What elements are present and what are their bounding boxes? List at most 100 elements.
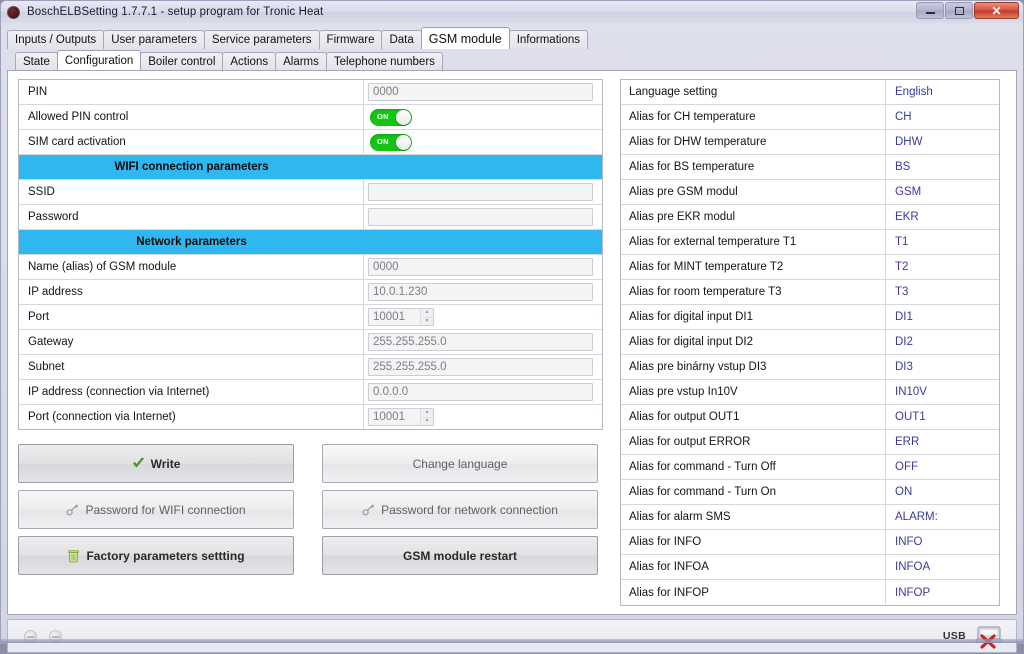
- alias-row-alias-for-info: Alias for INFO INFO: [621, 530, 999, 555]
- toggle-sim-card-activation[interactable]: ON: [370, 133, 412, 151]
- alias-row-alias-pre-bin-rny-vstup-di3: Alias pre binárny vstup DI3 DI3: [621, 355, 999, 380]
- alias-value[interactable]: INFOP: [886, 580, 999, 605]
- alias-value[interactable]: IN10V: [886, 380, 999, 404]
- alias-value[interactable]: English: [886, 80, 999, 104]
- toggle-allowed-pin-control[interactable]: ON: [370, 108, 412, 126]
- section-header-label: WIFI connection parameters: [114, 161, 269, 173]
- maximize-icon: [954, 6, 964, 15]
- alias-row-alias-for-room-temperature-t3: Alias for room temperature T3 T3: [621, 280, 999, 305]
- alias-row-alias-for-digital-input-di1: Alias for digital input DI1 DI1: [621, 305, 999, 330]
- alias-value[interactable]: T3: [886, 280, 999, 304]
- tab-gsm-module[interactable]: GSM module: [420, 27, 510, 49]
- subtab-configuration[interactable]: Configuration: [56, 50, 142, 70]
- alias-label: Alias for DHW temperature: [621, 130, 886, 154]
- param-value-cell: ON: [364, 130, 602, 154]
- alias-value[interactable]: ERR: [886, 430, 999, 454]
- param-label: IP address (connection via Internet): [19, 380, 364, 404]
- action-buttons-area: Write Password for WIFI connection Facto…: [18, 444, 603, 575]
- alias-value[interactable]: DI1: [886, 305, 999, 329]
- subtab-alarms[interactable]: Alarms: [275, 52, 327, 70]
- maximize-button[interactable]: [945, 2, 973, 19]
- spinner-down-icon[interactable]: ▼: [421, 418, 433, 426]
- alias-row-alias-for-external-temperature-t1: Alias for external temperature T1 T1: [621, 230, 999, 255]
- alias-value[interactable]: DI3: [886, 355, 999, 379]
- input-pin[interactable]: [368, 83, 593, 101]
- spinner-buttons[interactable]: ▲ ▼: [420, 409, 433, 425]
- gsm-restart-label: GSM module restart: [402, 548, 518, 563]
- spinner-up-icon[interactable]: ▲: [421, 309, 433, 318]
- spinner-value[interactable]: 10001: [369, 409, 420, 425]
- input-password[interactable]: [368, 208, 593, 226]
- factory-reset-button[interactable]: Factory parameters settting: [18, 536, 294, 575]
- status-bar: USB: [7, 619, 1017, 653]
- window-title: BoschELBSetting 1.7.7.1 - setup program …: [27, 6, 324, 18]
- param-row-password: Password: [19, 205, 602, 230]
- alias-value[interactable]: ON: [886, 480, 999, 504]
- param-value-cell: [364, 355, 602, 379]
- tab-informations[interactable]: Informations: [508, 30, 588, 49]
- tab-firmware[interactable]: Firmware: [318, 30, 383, 49]
- tab-data[interactable]: Data: [381, 30, 422, 49]
- param-row-allowed-pin-control: Allowed PIN control ON: [19, 105, 602, 130]
- param-row-ssid: SSID: [19, 180, 602, 205]
- subtab-telephone-numbers[interactable]: Telephone numbers: [325, 52, 443, 70]
- left-pane: PINAllowed PIN controlONSIM card activat…: [18, 79, 603, 606]
- gsm-restart-button[interactable]: GSM module restart: [322, 536, 598, 575]
- input-name-alias-of-gsm-module[interactable]: [368, 258, 593, 276]
- usb-disconnected-icon[interactable]: [974, 623, 1004, 649]
- alias-value[interactable]: GSM: [886, 180, 999, 204]
- alias-value[interactable]: OFF: [886, 455, 999, 479]
- alias-value[interactable]: CH: [886, 105, 999, 129]
- write-button[interactable]: Write: [18, 444, 294, 483]
- alias-value[interactable]: INFO: [886, 530, 999, 554]
- factory-reset-label: Factory parameters settting: [86, 548, 245, 563]
- close-button[interactable]: ✕: [974, 2, 1019, 19]
- alias-label: Alias for output ERROR: [621, 430, 886, 454]
- write-button-label: Write: [150, 456, 181, 471]
- toggle-knob: [396, 109, 411, 125]
- alias-value[interactable]: DHW: [886, 130, 999, 154]
- spinner-up-icon[interactable]: ▲: [421, 409, 433, 418]
- subtab-actions[interactable]: Actions: [222, 52, 277, 70]
- minimize-button[interactable]: [916, 2, 944, 19]
- window-controls: ✕: [916, 2, 1019, 19]
- subtab-state[interactable]: State: [15, 52, 58, 70]
- input-ip-address-connection-via-internet[interactable]: [368, 383, 593, 401]
- left-button-column: Write Password for WIFI connection Facto…: [18, 444, 294, 575]
- input-gateway[interactable]: [368, 333, 593, 351]
- alias-value[interactable]: T2: [886, 255, 999, 279]
- alias-value[interactable]: EKR: [886, 205, 999, 229]
- spinner-port[interactable]: 10001 ▲ ▼: [368, 308, 434, 326]
- spinner-down-icon[interactable]: ▼: [421, 318, 433, 326]
- content-panel: PINAllowed PIN controlONSIM card activat…: [7, 70, 1017, 615]
- alias-row-alias-for-digital-input-di2: Alias for digital input DI2 DI2: [621, 330, 999, 355]
- alias-row-alias-for-output-out1: Alias for output OUT1 OUT1: [621, 405, 999, 430]
- alias-value[interactable]: BS: [886, 155, 999, 179]
- section-header-wifi-connection-parameters: WIFI connection parameters: [19, 155, 602, 180]
- spinner-value[interactable]: 10001: [369, 309, 420, 325]
- input-subnet[interactable]: [368, 358, 593, 376]
- password-network-button[interactable]: Password for network connection: [322, 490, 598, 529]
- alias-row-alias-for-dhw-temperature: Alias for DHW temperature DHW: [621, 130, 999, 155]
- alias-row-alias-for-infoa: Alias for INFOA INFOA: [621, 555, 999, 580]
- spinner-buttons[interactable]: ▲ ▼: [420, 309, 433, 325]
- alias-value[interactable]: ALARM:: [886, 505, 999, 529]
- spinner-port-connection-via-internet[interactable]: 10001 ▲ ▼: [368, 408, 434, 426]
- tab-user-parameters[interactable]: User parameters: [103, 30, 205, 49]
- alias-value[interactable]: DI2: [886, 330, 999, 354]
- password-wifi-button[interactable]: Password for WIFI connection: [18, 490, 294, 529]
- alias-label: Language setting: [621, 80, 886, 104]
- input-ssid[interactable]: [368, 183, 593, 201]
- alias-value[interactable]: INFOA: [886, 555, 999, 579]
- tab-inputs-outputs[interactable]: Inputs / Outputs: [7, 30, 105, 49]
- change-language-button[interactable]: Change language: [322, 444, 598, 483]
- subtab-boiler-control[interactable]: Boiler control: [140, 52, 224, 70]
- alias-label: Alias for MINT temperature T2: [621, 255, 886, 279]
- input-ip-address[interactable]: [368, 283, 593, 301]
- alias-label: Alias for INFOP: [621, 580, 886, 605]
- password-wifi-label: Password for WIFI connection: [85, 502, 246, 517]
- alias-value[interactable]: T1: [886, 230, 999, 254]
- param-row-name-alias-of-gsm-module: Name (alias) of GSM module: [19, 255, 602, 280]
- alias-value[interactable]: OUT1: [886, 405, 999, 429]
- tab-service-parameters[interactable]: Service parameters: [203, 30, 320, 49]
